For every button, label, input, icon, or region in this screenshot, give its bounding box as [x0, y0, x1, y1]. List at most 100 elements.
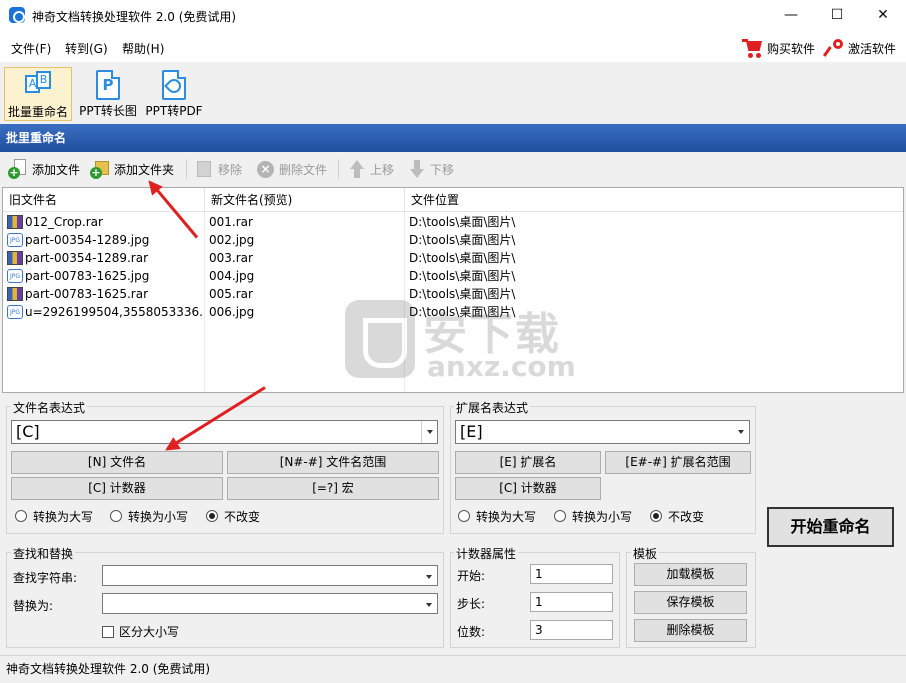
insert-extension-range-button[interactable]: [E#-#] 扩展名范围: [605, 451, 751, 474]
replace-with-input[interactable]: [102, 593, 438, 614]
new-filename: 006.jpg: [209, 305, 255, 319]
find-string-input[interactable]: [102, 565, 438, 586]
table-row[interactable]: 012_Crop.rar 001.rar D:\tools\桌面\图片\: [3, 213, 903, 231]
table-row[interactable]: u=2926199504,3558053336... 006.jpg D:\to…: [3, 303, 903, 321]
column-new-name[interactable]: 新文件名(预览): [205, 188, 405, 212]
old-filename: u=2926199504,3558053336...: [25, 305, 203, 319]
toolbar-divider: [186, 159, 187, 179]
menu-file[interactable]: 文件(F): [11, 40, 51, 57]
menu-goto[interactable]: 转到(G): [65, 40, 108, 57]
ext-keep-radio[interactable]: 不改变: [650, 507, 704, 525]
load-template-button[interactable]: 加载模板: [634, 563, 747, 586]
radio-circle: [15, 510, 27, 522]
counter-digits-input[interactable]: 3: [530, 620, 613, 640]
table-row[interactable]: part-00354-1289.rar 003.rar D:\tools\桌面\…: [3, 249, 903, 267]
ppt-to-pdf-button[interactable]: PPT转PDF: [140, 67, 208, 121]
template-label: 模板: [631, 545, 660, 562]
filename-lowercase-radio[interactable]: 转换为小写: [110, 507, 188, 525]
new-filename: 004.jpg: [209, 269, 255, 283]
checkbox-box: [102, 625, 114, 638]
chevron-down-icon[interactable]: [733, 421, 749, 443]
counter-start-input[interactable]: 1: [530, 564, 613, 584]
table-row[interactable]: part-00783-1625.rar 005.rar D:\tools\桌面\…: [3, 285, 903, 303]
ppt-to-long-image-button[interactable]: P PPT转长图: [74, 67, 142, 121]
file-location: D:\tools\桌面\图片\: [409, 215, 516, 229]
filename-expression-label: 文件名表达式: [11, 399, 88, 416]
add-folder-label: 添加文件夹: [114, 162, 175, 177]
arrow-down-icon: [406, 159, 426, 179]
buy-software-button[interactable]: 购买软件: [742, 37, 815, 59]
counter-start-label: 开始:: [457, 569, 486, 583]
radio-circle-selected: [206, 510, 218, 522]
jpg-file-icon: [7, 305, 23, 319]
file-location: D:\tools\桌面\图片\: [409, 305, 516, 319]
maximize-button[interactable]: ☐: [814, 0, 860, 32]
old-filename: part-00354-1289.jpg: [25, 233, 150, 247]
save-template-button[interactable]: 保存模板: [634, 591, 747, 614]
cart-icon: [742, 38, 764, 58]
delete-file-label: 删除文件: [279, 162, 328, 177]
insert-counter-button[interactable]: [C] 计数器: [11, 477, 223, 500]
menu-help[interactable]: 帮助(H): [122, 40, 164, 57]
replace-with-label: 替换为:: [13, 599, 54, 613]
extension-expression-value: [E]: [460, 422, 483, 441]
radio-label: 转换为小写: [128, 509, 189, 524]
start-rename-button[interactable]: 开始重命名: [767, 507, 894, 547]
batch-rename-button[interactable]: AB 批量重命名: [4, 67, 72, 121]
ext-uppercase-radio[interactable]: 转换为大写: [458, 507, 536, 525]
case-sensitive-label: 区分大小写: [119, 625, 180, 639]
radio-circle: [110, 510, 122, 522]
filename-expression-value: [C]: [16, 422, 40, 441]
activate-label: 激活软件: [848, 41, 897, 56]
column-location[interactable]: 文件位置: [405, 188, 903, 212]
counter-digits-label: 位数:: [457, 625, 486, 639]
insert-extension-button[interactable]: [E] 扩展名: [455, 451, 601, 474]
add-folder-button[interactable]: + 添加文件夹: [90, 158, 174, 180]
add-folder-icon: +: [90, 159, 110, 179]
ext-lowercase-radio[interactable]: 转换为小写: [554, 507, 632, 525]
delete-icon: ×: [255, 159, 275, 179]
ppt-to-pdf-label: PPT转PDF: [145, 104, 203, 118]
counter-step-input[interactable]: 1: [530, 592, 613, 612]
filename-uppercase-radio[interactable]: 转换为大写: [15, 507, 93, 525]
extension-expression-combo[interactable]: [E]: [455, 420, 750, 444]
toolbar-divider: [338, 159, 339, 179]
delete-template-button[interactable]: 删除模板: [634, 619, 747, 642]
remove-button[interactable]: 移除: [194, 158, 242, 180]
window-title: 神奇文档转换处理软件 2.0 (免费试用): [32, 10, 237, 24]
radio-label: 不改变: [668, 509, 705, 524]
old-filename: part-00783-1625.rar: [25, 287, 149, 301]
extension-expression-label: 扩展名表达式: [454, 399, 531, 416]
new-filename: 003.rar: [209, 251, 253, 265]
rar-file-icon: [7, 251, 23, 265]
table-row[interactable]: part-00354-1289.jpg 002.jpg D:\tools\桌面\…: [3, 231, 903, 249]
radio-label: 转换为大写: [476, 509, 537, 524]
table-row[interactable]: part-00783-1625.jpg 004.jpg D:\tools\桌面\…: [3, 267, 903, 285]
ppt-to-long-image-label: PPT转长图: [79, 104, 137, 118]
insert-filename-range-button[interactable]: [N#-#] 文件名范围: [227, 451, 439, 474]
file-location: D:\tools\桌面\图片\: [409, 251, 516, 265]
file-list[interactable]: 旧文件名 新文件名(预览) 文件位置 012_Crop.rar 001.rar …: [2, 187, 904, 393]
move-up-button[interactable]: 上移: [346, 158, 394, 180]
insert-ext-counter-button[interactable]: [C] 计数器: [455, 477, 601, 500]
radio-label: 不改变: [224, 509, 261, 524]
delete-file-button[interactable]: × 删除文件: [255, 158, 327, 180]
close-button[interactable]: ✕: [860, 0, 906, 32]
case-sensitive-checkbox[interactable]: 区分大小写: [102, 623, 179, 640]
activate-software-button[interactable]: 激活软件: [822, 37, 897, 59]
filename-keep-radio[interactable]: 不改变: [206, 507, 260, 525]
chevron-down-icon[interactable]: [421, 594, 437, 613]
minimize-button[interactable]: —: [768, 0, 814, 32]
radio-circle: [554, 510, 566, 522]
filename-expression-combo[interactable]: [C]: [11, 420, 438, 444]
insert-filename-button[interactable]: [N] 文件名: [11, 451, 223, 474]
add-file-button[interactable]: + 添加文件: [8, 158, 80, 180]
move-up-label: 上移: [370, 162, 395, 177]
move-down-button[interactable]: 下移: [406, 158, 454, 180]
chevron-down-icon[interactable]: [421, 421, 437, 443]
insert-macro-button[interactable]: [=?] 宏: [227, 477, 439, 500]
arrow-up-icon: [346, 159, 366, 179]
rename-icon: AB: [25, 71, 51, 101]
radio-label: 转换为小写: [572, 509, 633, 524]
chevron-down-icon[interactable]: [421, 566, 437, 585]
